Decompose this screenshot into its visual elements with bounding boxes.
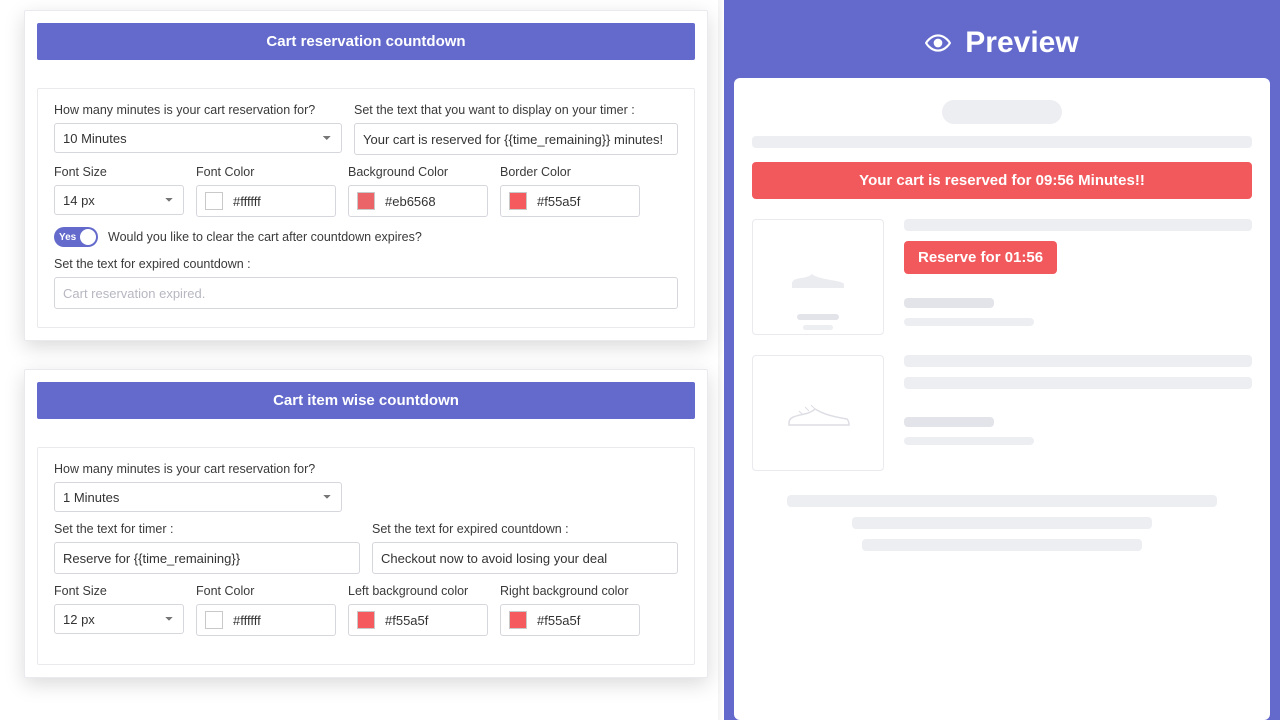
font-size-label: Font Size: [54, 165, 184, 179]
swatch-icon: [357, 611, 375, 629]
preview-header-placeholder: [752, 100, 1252, 148]
clear-cart-label: Would you like to clear the cart after c…: [108, 230, 422, 244]
card-title: Cart reservation countdown: [37, 23, 695, 60]
minutes-select[interactable]: 1 Minutes: [54, 482, 342, 512]
font-color-label: Font Color: [196, 165, 336, 179]
bg-color-value: #eb6568: [385, 194, 436, 209]
preview-card: Your cart is reserved for 09:56 Minutes!…: [734, 78, 1270, 720]
right-bg-label: Right background color: [500, 584, 640, 598]
toggle-yes-label: Yes: [59, 232, 76, 243]
settings-pane: Cart reservation countdown How many minu…: [0, 0, 724, 720]
minutes-label: How many minutes is your cart reservatio…: [54, 462, 342, 476]
minutes-label: How many minutes is your cart reservatio…: [54, 103, 342, 117]
toggle-knob: [80, 229, 96, 245]
preview-item: Reserve for 01:56: [752, 219, 1252, 335]
font-size-select[interactable]: 14 px: [54, 185, 184, 215]
expired-text-input[interactable]: [372, 542, 678, 574]
preview-thumb: [752, 219, 884, 335]
card-title: Cart item wise countdown: [37, 382, 695, 419]
timer-text-label: Set the text that you want to display on…: [354, 103, 678, 117]
shoe-icon: [783, 393, 853, 433]
right-bg-input[interactable]: #f55a5f: [500, 604, 640, 636]
cart-item-wise-card: Cart item wise countdown How many minute…: [24, 369, 708, 678]
font-color-value: #ffffff: [233, 194, 261, 209]
preview-thumb: [752, 355, 884, 471]
font-color-input[interactable]: #ffffff: [196, 185, 336, 217]
font-size-label: Font Size: [54, 584, 184, 598]
timer-text-input[interactable]: [354, 123, 678, 155]
timer-text-input[interactable]: [54, 542, 360, 574]
swatch-icon: [205, 611, 223, 629]
border-color-input[interactable]: #f55a5f: [500, 185, 640, 217]
card-body: How many minutes is your cart reservatio…: [37, 88, 695, 328]
right-bg-value: #f55a5f: [537, 613, 580, 628]
left-bg-label: Left background color: [348, 584, 488, 598]
font-color-value: #ffffff: [233, 613, 261, 628]
eye-icon: [925, 30, 951, 56]
font-color-label: Font Color: [196, 584, 336, 598]
swatch-icon: [509, 611, 527, 629]
cart-reservation-card: Cart reservation countdown How many minu…: [24, 10, 708, 341]
border-color-value: #f55a5f: [537, 194, 580, 209]
bg-color-input[interactable]: #eb6568: [348, 185, 488, 217]
expired-text-label: Set the text for expired countdown :: [54, 257, 678, 271]
expired-text-input[interactable]: [54, 277, 678, 309]
minutes-select[interactable]: 10 Minutes: [54, 123, 342, 153]
swatch-icon: [509, 192, 527, 210]
preview-heading: Preview: [925, 26, 1078, 60]
reserve-button[interactable]: Reserve for 01:56: [904, 241, 1057, 274]
preview-footer-placeholder: [752, 495, 1252, 551]
preview-pane: Preview Your cart is reserved for 09:56 …: [724, 0, 1280, 720]
swatch-icon: [205, 192, 223, 210]
clear-cart-toggle[interactable]: Yes: [54, 227, 98, 247]
font-color-input[interactable]: #ffffff: [196, 604, 336, 636]
left-bg-value: #f55a5f: [385, 613, 428, 628]
preview-title-text: Preview: [965, 26, 1078, 60]
preview-item: [752, 355, 1252, 471]
preview-banner: Your cart is reserved for 09:56 Minutes!…: [752, 162, 1252, 199]
card-body: How many minutes is your cart reservatio…: [37, 447, 695, 665]
swatch-icon: [357, 192, 375, 210]
font-size-select[interactable]: 12 px: [54, 604, 184, 634]
shoe-icon: [788, 260, 848, 294]
expired-text-label: Set the text for expired countdown :: [372, 522, 678, 536]
bg-color-label: Background Color: [348, 165, 488, 179]
border-color-label: Border Color: [500, 165, 640, 179]
timer-text-label: Set the text for timer :: [54, 522, 360, 536]
left-bg-input[interactable]: #f55a5f: [348, 604, 488, 636]
